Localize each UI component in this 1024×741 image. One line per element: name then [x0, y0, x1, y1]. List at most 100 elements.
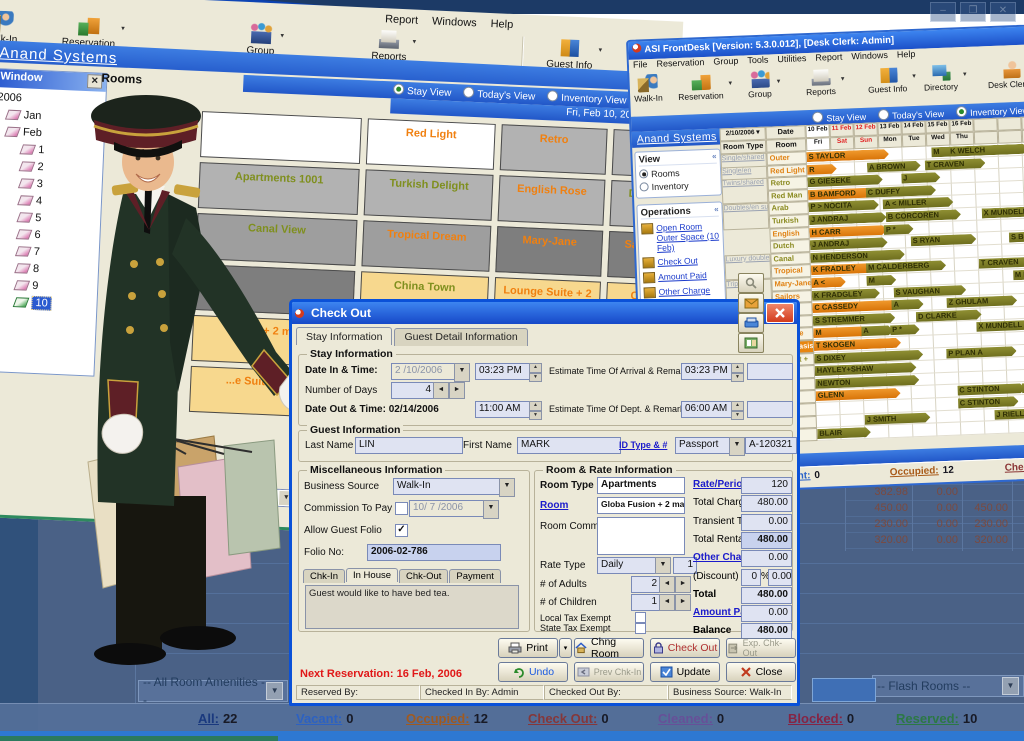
booking-bar-p[interactable]: P *	[884, 224, 914, 235]
chevron-down-icon[interactable]: ▾	[841, 75, 845, 83]
booking-bar-r[interactable]: R	[807, 164, 837, 175]
update-button[interactable]: Update	[650, 662, 720, 682]
tab-stay-information[interactable]: Stay Information	[296, 327, 392, 345]
booking-bar-s-bowen[interactable]: S BOWEN	[1009, 231, 1024, 243]
print-button[interactable]: Print	[498, 638, 558, 658]
day-header[interactable]	[973, 118, 997, 132]
chevron-down-icon[interactable]: ▼	[454, 363, 470, 382]
time-in-field[interactable]: 03:23 PM	[475, 363, 531, 380]
value-total-charges[interactable]: 480.00	[741, 495, 792, 512]
guest-note[interactable]: Guest would like to have bed tea.	[305, 585, 519, 629]
booking-bar-x-mundell[interactable]: X MUNDELL	[982, 206, 1024, 218]
menu-item-windows[interactable]: Windows	[432, 15, 477, 29]
decrement-button[interactable]: ◄	[659, 594, 675, 611]
envelope-icon[interactable]	[738, 293, 764, 313]
eta-field[interactable]: 03:23 PM	[681, 363, 733, 380]
first-name-field[interactable]: MARK	[517, 437, 621, 454]
toolbar-group[interactable]: Group▾	[747, 69, 772, 99]
number-of-days-field[interactable]: 4	[391, 382, 435, 399]
view-option-rooms[interactable]: Rooms	[639, 167, 717, 180]
view-option-stay-view[interactable]: Stay View	[393, 83, 452, 99]
rate-type-combo[interactable]: Daily	[597, 557, 657, 574]
day-header-14-feb[interactable]: 14 Feb	[901, 121, 925, 135]
room-tile-mary-jane[interactable]: Mary-Jane	[495, 226, 603, 277]
value-total[interactable]: 480.00	[741, 587, 792, 604]
booking-bar-j-rielly[interactable]: J RIELLY	[994, 407, 1024, 419]
booking-bar-j[interactable]: J	[901, 172, 941, 183]
tab-in-house[interactable]: In House	[346, 568, 398, 582]
toolbar-reservation[interactable]: Reservation▾	[677, 71, 723, 102]
booking-bar-m[interactable]: M	[813, 326, 867, 338]
view-option-today-s-view[interactable]: Today's View	[463, 87, 535, 103]
toolbar-guest-info[interactable]: Guest Info▾	[867, 64, 907, 94]
toolbar-walk-in[interactable]: Walk-In	[633, 74, 663, 104]
decrement-button[interactable]: ◄	[659, 576, 675, 593]
chevron-down-icon[interactable]: ▼	[1002, 677, 1019, 695]
close-button[interactable]: Close	[726, 662, 796, 682]
tab-chk-out[interactable]: Chk-Out	[399, 569, 448, 583]
id-type-combo[interactable]: Passport	[675, 437, 731, 454]
time-in-spinner[interactable]: ▲▼	[529, 363, 542, 382]
chevron-down-icon[interactable]: ▾	[412, 37, 416, 45]
menu-item-help[interactable]: Help	[490, 18, 513, 31]
counter-cleaned[interactable]: Cleaned:0	[658, 711, 724, 726]
operation-other-charge[interactable]: Other Charge	[644, 285, 722, 299]
folio-no-field[interactable]: 2006-02-786	[367, 544, 501, 561]
tab-chk-in[interactable]: Chk-In	[303, 569, 345, 583]
menu-item-report[interactable]: Report	[815, 52, 842, 66]
counter-blocked[interactable]: Blocked:0	[788, 711, 854, 726]
toolbar-desk-clerks[interactable]: Desk Clerks	[987, 59, 1024, 90]
day-header-10-feb[interactable]: 10 Feb	[805, 124, 829, 138]
booking-bar-m[interactable]: M	[866, 275, 896, 286]
commission-date-combo[interactable]: 10/ 7 /2006	[409, 500, 485, 517]
etd-field[interactable]: 06:00 AM	[681, 401, 733, 418]
children-field[interactable]: 1	[631, 594, 661, 611]
value-transient-tax[interactable]: 0.00	[741, 514, 792, 531]
chevron-down-icon[interactable]: ▾	[912, 72, 916, 80]
album-icon[interactable]	[738, 333, 764, 353]
day-header-13-feb[interactable]: 13 Feb	[877, 121, 901, 135]
menu-item-help[interactable]: Help	[897, 49, 916, 63]
room-comment-field[interactable]	[597, 517, 685, 555]
value-rate-period[interactable]: 120	[741, 477, 792, 494]
state-tax-checkbox[interactable]	[635, 623, 646, 634]
allow-guest-folio-checkbox[interactable]: ✓	[395, 524, 408, 537]
print-dropdown-button[interactable]: ▾	[559, 638, 572, 658]
value-total-rental[interactable]: 480.00	[741, 532, 792, 549]
chevron-down-icon[interactable]: ▾	[728, 79, 732, 87]
undo-button[interactable]: Undo	[498, 662, 568, 682]
counter-reserved[interactable]: Reserved:10	[896, 711, 977, 726]
magnifier-icon[interactable]	[738, 273, 764, 293]
operation-check-out[interactable]: Check Out	[642, 255, 720, 269]
booking-bar-a[interactable]: A	[891, 299, 923, 310]
booking-bar-x-mundell[interactable]: X MUNDELL	[976, 319, 1024, 332]
local-tax-checkbox[interactable]	[635, 612, 646, 623]
chevron-down-icon[interactable]: ▾	[121, 24, 125, 32]
toolbar-directory[interactable]: Directory▾	[923, 62, 958, 92]
commission-checkbox[interactable]	[395, 502, 408, 515]
counter-check-out[interactable]: Check Out:0	[528, 711, 609, 726]
day-header-11-feb[interactable]: 11 Feb	[829, 123, 853, 137]
operation-open-room-outer-space-10-feb[interactable]: Open Room Outer Space (10 Feb)	[641, 221, 720, 254]
room-tile-red-light[interactable]: Red Light	[366, 118, 496, 170]
id-type-link[interactable]: ID Type & #	[619, 440, 667, 450]
increment-button[interactable]: ►	[675, 594, 691, 611]
minimize-icon[interactable]: –	[930, 2, 956, 22]
room-tile-english-rose[interactable]: English Rose	[498, 175, 606, 226]
room-amenities-dropdown[interactable]: -- All Room Amenities -- ▼	[138, 680, 288, 702]
chevron-down-icon[interactable]: ▾	[598, 46, 602, 54]
toolbar-guest-info[interactable]: Guest Info▾	[546, 36, 594, 72]
business-source-combo[interactable]: Walk-In	[393, 478, 501, 495]
booking-bar-blair[interactable]: BLAIR	[817, 427, 871, 439]
chevron-down-icon[interactable]: ▼	[266, 682, 283, 700]
tab-payment[interactable]: Payment	[449, 569, 501, 583]
time-out-spinner[interactable]: ▲▼	[529, 401, 542, 420]
chevron-down-icon[interactable]: ▾	[777, 77, 781, 85]
booking-bar-t-craven[interactable]: T CRAVEN	[979, 256, 1024, 269]
menu-item-file[interactable]: File	[633, 59, 648, 73]
booking-bar-a[interactable]: A	[861, 325, 893, 336]
chng-room-button[interactable]: Chng Room	[574, 638, 644, 658]
tab-guest-detail-information[interactable]: Guest Detail Information	[394, 328, 527, 346]
eta-spinner[interactable]: ▲▼	[731, 363, 744, 382]
counter-check-out[interactable]: Check Out:0	[1005, 460, 1024, 473]
